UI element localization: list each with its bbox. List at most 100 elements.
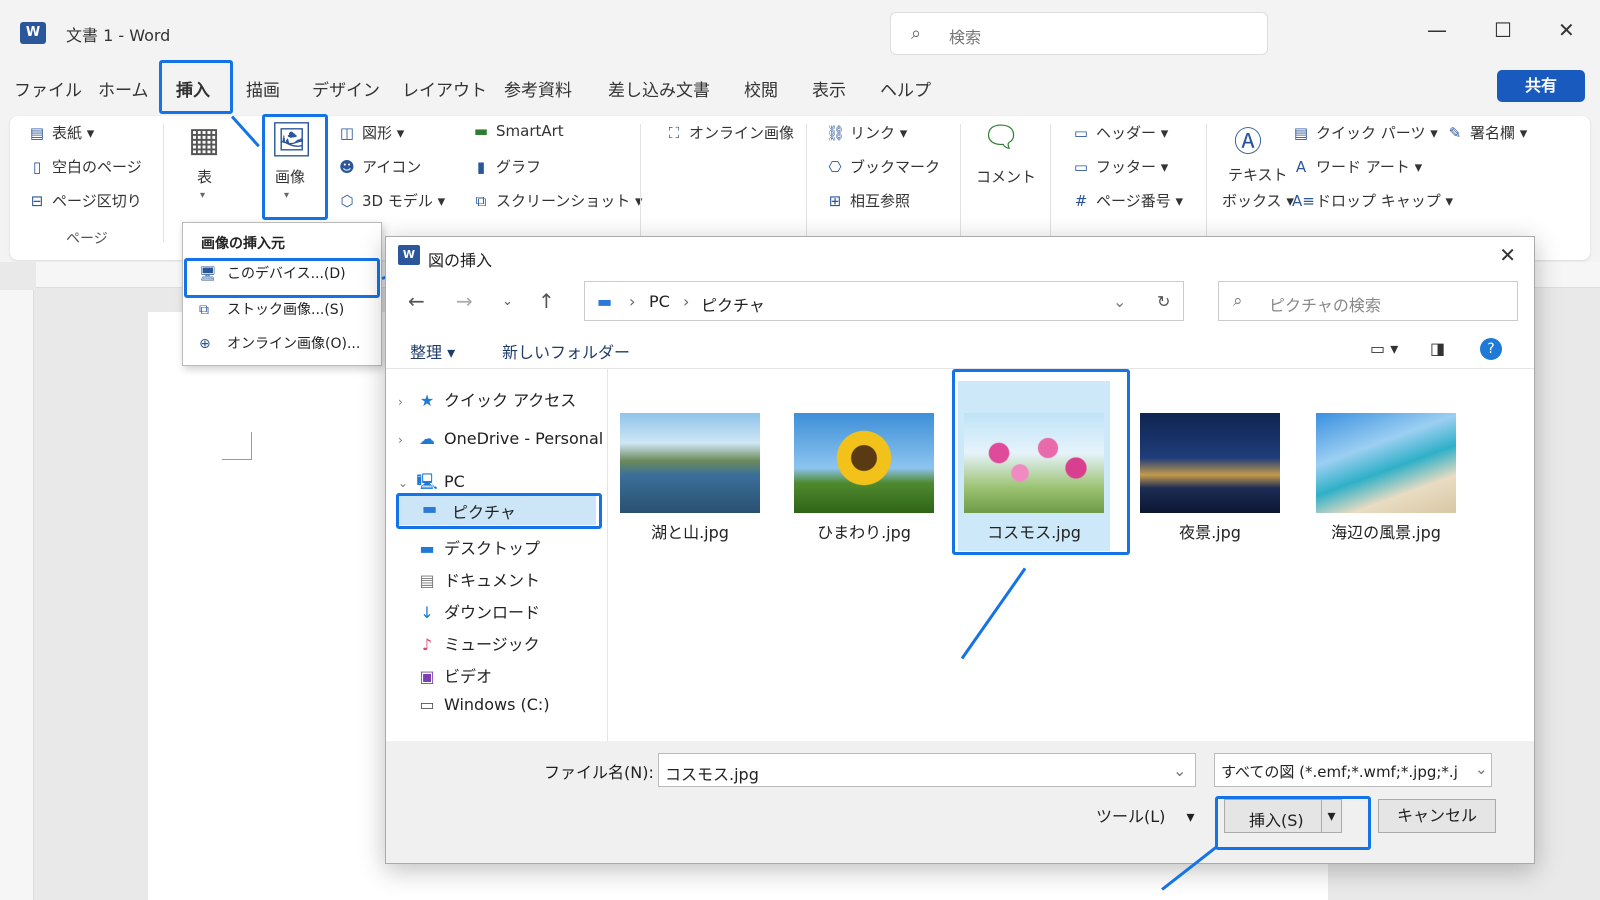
icons-button[interactable]: ☻ アイコン <box>338 156 421 177</box>
3d-model-button[interactable]: ⬡ 3D モデル ▾ <box>338 190 445 211</box>
file-thumbnail-beach[interactable] <box>1316 413 1456 513</box>
footer-button[interactable]: ▭ フッター ▾ <box>1072 156 1168 177</box>
file-name-sunflower[interactable]: ひまわり.jpg <box>779 519 949 543</box>
search-icon: ⌕ <box>1233 291 1243 311</box>
bookmark-icon: ⎔ <box>828 158 842 176</box>
maximize-button[interactable]: ☐ <box>1494 18 1512 42</box>
file-thumbnail-lake[interactable] <box>620 413 760 513</box>
chevron-down-icon[interactable]: ⌄ <box>1113 292 1126 311</box>
comment-button[interactable]: コメント <box>976 166 1036 187</box>
chevron-down-icon[interactable]: ⌄ <box>1173 761 1186 780</box>
file-name-beach[interactable]: 海辺の風景.jpg <box>1301 519 1471 543</box>
tab-review[interactable]: 校閲 <box>744 76 778 101</box>
chart-button[interactable]: ▮ グラフ <box>472 156 541 177</box>
nav-onedrive[interactable]: › ☁ OneDrive - Personal <box>398 429 603 448</box>
search-input[interactable]: ⌕ 検索 <box>890 12 1268 55</box>
tab-layout[interactable]: レイアウト <box>402 76 487 101</box>
share-button[interactable]: 共有 <box>1497 70 1585 102</box>
new-folder-button[interactable]: 新しいフォルダー <box>502 339 630 363</box>
divider <box>1206 124 1207 242</box>
quick-parts-icon: ▤ <box>1293 124 1309 142</box>
nav-videos[interactable]: ▣ ビデオ <box>416 663 492 687</box>
page-number-icon: # <box>1074 192 1088 210</box>
breadcrumb-pictures[interactable]: ピクチャ <box>701 292 765 316</box>
tab-help[interactable]: ヘルプ <box>880 76 931 101</box>
shapes-button[interactable]: ◫ 図形 ▾ <box>338 122 404 143</box>
nav-desktop[interactable]: ▬ デスクトップ <box>416 535 540 559</box>
page-break-button[interactable]: ⊟ ページ区切り <box>28 190 142 211</box>
online-images-item[interactable]: ⊕ オンライン画像(O)... <box>199 333 360 353</box>
smartart-button[interactable]: ▬ SmartArt <box>472 122 564 140</box>
table-button[interactable]: 表 <box>197 166 212 187</box>
nav-label: PC <box>444 472 465 491</box>
tab-home[interactable]: ホーム <box>98 76 149 101</box>
cross-reference-button[interactable]: ⊞ 相互参照 <box>826 190 910 211</box>
stock-images-item[interactable]: ⧉ ストック画像...(S) <box>199 299 344 319</box>
cancel-button[interactable]: キャンセル <box>1378 799 1496 833</box>
online-image-button[interactable]: ⛶ オンライン画像 <box>665 122 794 143</box>
signature-line-button[interactable]: ✎ 署名欄 ▾ <box>1446 122 1528 143</box>
selected-file-highlight <box>952 369 1130 555</box>
screenshot-button[interactable]: ⧉ スクリーンショット ▾ <box>472 190 643 211</box>
drop-cap-label: ドロップ キャップ <box>1316 192 1441 210</box>
cross-reference-icon: ⊞ <box>828 192 842 210</box>
chevron-down-icon[interactable]: ⌄ <box>502 294 513 309</box>
star-icon: ★ <box>419 391 435 410</box>
tab-design[interactable]: デザイン <box>312 76 380 101</box>
filetype-select[interactable]: すべての図 (*.emf;*.wmf;*.jpg;*.j ⌄ <box>1214 753 1492 787</box>
close-button[interactable]: ✕ <box>1558 18 1575 42</box>
tab-mailings[interactable]: 差し込み文書 <box>608 76 710 101</box>
quick-parts-button[interactable]: ▤ クイック パーツ ▾ <box>1292 122 1438 143</box>
divider <box>640 124 641 242</box>
dialog-close-button[interactable]: ✕ <box>1499 243 1516 267</box>
chevron-down-icon: ⌄ <box>1471 760 1488 778</box>
file-thumbnail-night-view[interactable] <box>1140 413 1280 513</box>
file-name-lake[interactable]: 湖と山.jpg <box>605 519 775 543</box>
tab-references[interactable]: 参考資料 <box>504 76 572 101</box>
tab-view[interactable]: 表示 <box>812 76 846 101</box>
cover-page-button[interactable]: ▤ 表紙 ▾ <box>28 122 94 143</box>
minimize-button[interactable]: — <box>1427 18 1447 42</box>
organize-button[interactable]: 整理 ▾ <box>410 339 455 363</box>
nav-documents[interactable]: ▤ ドキュメント <box>416 567 540 591</box>
folder-search-input[interactable]: ⌕ ピクチャの検索 <box>1218 281 1518 321</box>
file-name-night-view[interactable]: 夜景.jpg <box>1125 519 1295 543</box>
pictures-nav-highlight <box>396 493 602 529</box>
refresh-icon[interactable]: ↻ <box>1157 292 1170 311</box>
nav-windows-c[interactable]: ▭ Windows (C:) <box>416 695 549 714</box>
drive-icon: ▭ <box>419 695 435 714</box>
folder-search-placeholder: ピクチャの検索 <box>1269 296 1381 315</box>
link-button[interactable]: ⛓ リンク ▾ <box>826 122 907 143</box>
organize-label: 整理 <box>410 343 443 362</box>
up-arrow-icon[interactable]: ↑ <box>538 289 555 313</box>
header-button[interactable]: ▭ ヘッダー ▾ <box>1072 122 1168 143</box>
blank-page-button[interactable]: ▯ 空白のページ <box>28 156 142 177</box>
tools-button[interactable]: ツール(L) ▾ <box>1096 803 1195 827</box>
tab-file[interactable]: ファイル <box>14 76 82 101</box>
page-number-button[interactable]: # ページ番号 ▾ <box>1072 190 1183 211</box>
nav-music[interactable]: ♪ ミュージック <box>416 631 540 655</box>
forward-arrow-icon[interactable]: → <box>456 289 473 313</box>
drop-cap-button[interactable]: A≡ドロップ キャップ ▾ <box>1292 190 1453 211</box>
stock-images-icon: ⧉ <box>199 302 209 318</box>
address-bar[interactable]: ▬ › PC › ピクチャ ⌄ ↻ <box>584 281 1184 321</box>
help-icon[interactable]: ? <box>1480 338 1502 360</box>
online-images-label: オンライン画像(O)... <box>227 336 361 352</box>
page-break-label: ページ区切り <box>52 192 142 210</box>
divider <box>960 124 961 242</box>
file-thumbnail-sunflower[interactable] <box>794 413 934 513</box>
nav-downloads[interactable]: ↓ ダウンロード <box>416 599 540 623</box>
preview-pane-icon[interactable]: ◨ <box>1430 339 1445 358</box>
textbox-button[interactable]: テキスト <box>1228 164 1288 185</box>
filename-value: コスモス.jpg <box>665 765 759 784</box>
nav-quick-access[interactable]: › ★ クイック アクセス <box>398 387 576 411</box>
wordart-button[interactable]: A ワード アート ▾ <box>1292 156 1422 177</box>
back-arrow-icon[interactable]: ← <box>408 289 425 313</box>
tab-draw[interactable]: 描画 <box>246 76 280 101</box>
filename-input[interactable]: コスモス.jpg ⌄ <box>658 753 1196 787</box>
view-options-icon[interactable]: ▭ ▾ <box>1370 339 1398 358</box>
3d-model-label: 3D モデル <box>362 192 433 210</box>
bookmark-button[interactable]: ⎔ ブックマーク <box>826 156 940 177</box>
breadcrumb-pc[interactable]: PC <box>649 292 670 311</box>
textbox-button-line2[interactable]: ボックス ▾ <box>1222 190 1294 211</box>
